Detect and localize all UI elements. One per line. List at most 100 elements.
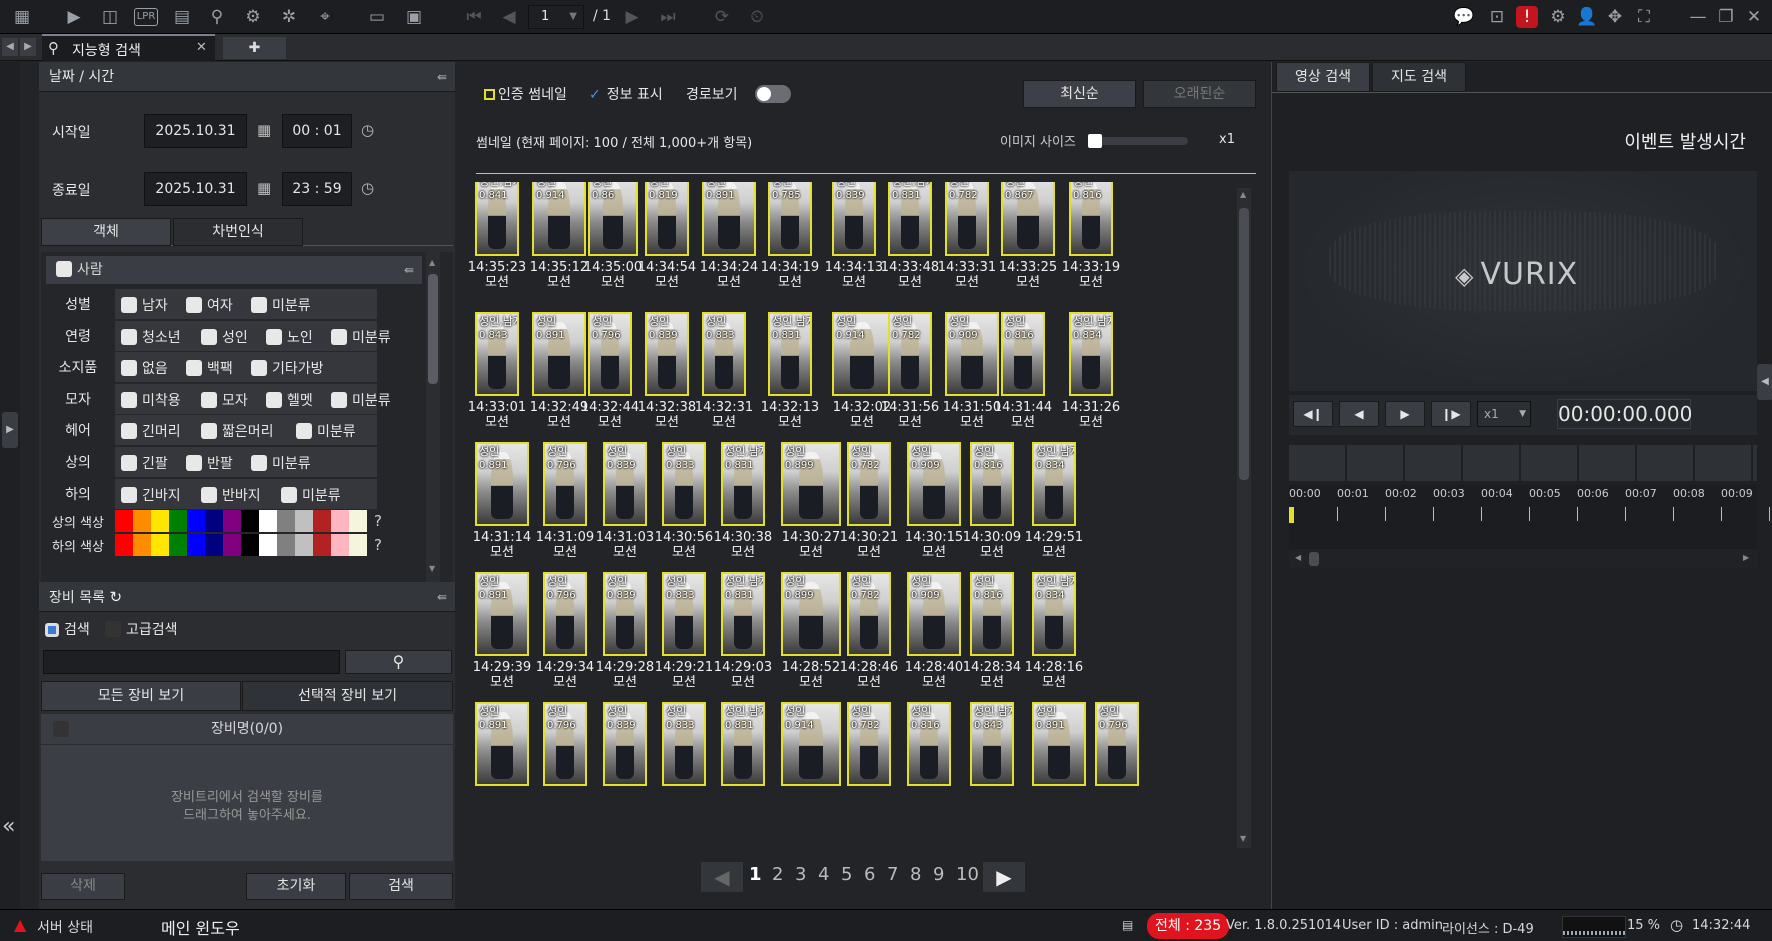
color-swatch[interactable] [115, 534, 133, 557]
thumbnail[interactable]: 성인,남자 0.834 [1032, 572, 1076, 656]
scroll-thumb[interactable] [1309, 552, 1319, 566]
scroll-thumb[interactable] [1239, 208, 1249, 480]
filter-option[interactable]: 긴바지 [121, 485, 181, 505]
page-number[interactable]: 9 [933, 864, 944, 885]
server-status[interactable]: 서버 상태 [37, 917, 93, 937]
map-pin-icon[interactable]: ⌖ [313, 5, 337, 29]
thumbnail[interactable]: 성인 0.909 [907, 442, 961, 526]
thumbnail[interactable]: 성인 0.891 [532, 312, 586, 396]
filter-option[interactable]: 헬멧 [266, 390, 313, 410]
thumbnail[interactable]: 성인 0.891 [475, 702, 529, 786]
scroll-up-icon[interactable]: ▲ [1240, 190, 1246, 199]
collapse-menu-icon[interactable]: ⇚ [404, 256, 414, 284]
page-number[interactable]: 7 [887, 864, 898, 885]
color-swatch[interactable] [133, 534, 151, 557]
thumbnail[interactable]: 성인 0.782 [847, 702, 891, 786]
filter-option[interactable]: 미분류 [251, 453, 311, 473]
thumbnail[interactable]: 성인,남자 0.843 [475, 312, 519, 396]
device-search-button[interactable]: ⚲ [345, 650, 452, 674]
lpr-icon[interactable]: LPR [134, 8, 158, 26]
thumbnail[interactable]: 성인 0.839 [603, 702, 647, 786]
search-mode-radio[interactable]: 검색 [45, 619, 90, 639]
collapse-menu-icon[interactable]: ⇚ [437, 62, 447, 92]
tab-video-search[interactable]: 영상 검색 [1276, 62, 1370, 92]
color-swatch[interactable] [223, 534, 241, 557]
page-number[interactable]: 10 [956, 864, 979, 885]
thumbnail[interactable]: 성인 0.816 [907, 702, 951, 786]
option-checkbox[interactable] [121, 391, 137, 408]
person-checkbox[interactable] [56, 261, 72, 277]
prev-page-icon[interactable]: ◀ [497, 5, 521, 29]
thumbnail[interactable]: 성인 0.839 [832, 182, 876, 256]
scroll-down-icon[interactable]: ▼ [1240, 834, 1246, 843]
select-all-checkbox[interactable] [53, 721, 69, 737]
thumbnail[interactable]: 성인 0.914 [781, 702, 841, 786]
collapse-right-icon[interactable]: ◀ [1757, 364, 1772, 400]
collapse-menu-icon[interactable]: ⇚ [437, 582, 447, 612]
delete-button[interactable]: 삭제 [41, 873, 125, 900]
prev-results-button[interactable]: ◀ [701, 862, 743, 892]
thumbnail[interactable]: 성인 0.782 [847, 572, 891, 656]
thumbnail[interactable]: 성인 0.796 [543, 442, 587, 526]
color-swatch[interactable] [241, 534, 259, 557]
thumbnail[interactable]: 성인 0.891 [1032, 702, 1086, 786]
screen-rotate-icon[interactable]: ⟳ [710, 5, 734, 29]
thumbnail[interactable]: 성인,남자 0.841 [475, 182, 519, 256]
thumbnail[interactable]: 성인 0.833 [662, 442, 706, 526]
page-number[interactable]: 6 [864, 864, 875, 885]
thumbnail[interactable]: 성인 0.782 [888, 312, 932, 396]
thumbnail[interactable]: 성인 0.785 [768, 182, 812, 256]
timeline-hscroll[interactable]: ◀ ▶ [1289, 549, 1757, 569]
thumbnail[interactable]: 성인 0.819 [645, 182, 689, 256]
option-checkbox[interactable] [281, 486, 297, 503]
start-date-input[interactable]: 2025.10.31 [144, 114, 247, 148]
filter-option[interactable]: 짧은머리 [201, 421, 274, 441]
scroll-left-icon[interactable]: ◀ [1295, 553, 1301, 562]
filter-option[interactable]: 긴팔 [121, 453, 168, 473]
certified-thumb-toggle[interactable]: 인증 썸네일 [484, 84, 567, 104]
scroll-right-icon[interactable]: ▶ [1743, 553, 1749, 562]
route-toggle[interactable] [755, 85, 791, 103]
start-time-input[interactable]: 00 : 01 [282, 114, 352, 148]
option-checkbox[interactable] [251, 455, 267, 471]
page-number[interactable]: 4 [818, 864, 829, 885]
option-checkbox[interactable] [201, 328, 217, 345]
selected-devices-button[interactable]: 선택적 장비 보기 [242, 681, 453, 711]
thumbnail[interactable]: 성인 0.782 [847, 442, 891, 526]
alarm-icon[interactable]: ! [1516, 6, 1538, 28]
option-checkbox[interactable] [186, 360, 202, 377]
thumbnail[interactable]: 성인 0.839 [645, 312, 689, 396]
color-swatch[interactable] [259, 534, 277, 557]
live-view-icon[interactable]: ▶ [62, 5, 86, 29]
add-tab-button[interactable]: ✚ [223, 37, 286, 59]
thumbnail[interactable]: 성인 0.899 [781, 572, 841, 656]
filter-option[interactable]: 없음 [121, 358, 168, 378]
page-select[interactable]: 1 ▼ [528, 5, 584, 29]
color-swatch[interactable] [169, 534, 187, 557]
scroll-thumb[interactable] [428, 274, 438, 384]
option-checkbox[interactable] [266, 391, 282, 408]
color-swatch[interactable] [277, 510, 295, 533]
user-icon[interactable]: 👤 [1575, 5, 1599, 29]
tab-map-search[interactable]: 지도 검색 [1372, 62, 1466, 92]
bike-icon[interactable]: ⚙ [241, 5, 265, 29]
option-checkbox[interactable] [121, 297, 137, 313]
collapse-double-icon[interactable]: « [2, 814, 15, 839]
layout-icon[interactable]: ▭ [365, 5, 389, 29]
person-search-icon[interactable]: ⚲ [205, 5, 229, 29]
option-checkbox[interactable] [331, 391, 347, 408]
color-swatch[interactable] [151, 510, 169, 533]
color-swatch[interactable] [205, 510, 223, 533]
thumbnail[interactable]: 성인 0.891 [702, 182, 756, 256]
thumbnail[interactable]: 성인 0.909 [945, 312, 999, 396]
option-checkbox[interactable] [121, 360, 137, 377]
event-list-icon[interactable]: ▤ [170, 5, 194, 29]
restore-icon[interactable]: ❐ [1714, 5, 1738, 29]
thumbnail[interactable]: 성인,남자 0.831 [721, 572, 765, 656]
screen-add-icon[interactable]: ▣ [402, 5, 426, 29]
color-swatch[interactable] [169, 510, 187, 533]
thumbnail[interactable]: 성인,남자 0.843 [970, 702, 1014, 786]
clock-icon[interactable]: ◷ [361, 179, 374, 197]
thumbnail[interactable]: 성인 0.891 [475, 572, 529, 656]
thumbnail[interactable]: 성인 0.796 [1095, 702, 1139, 786]
